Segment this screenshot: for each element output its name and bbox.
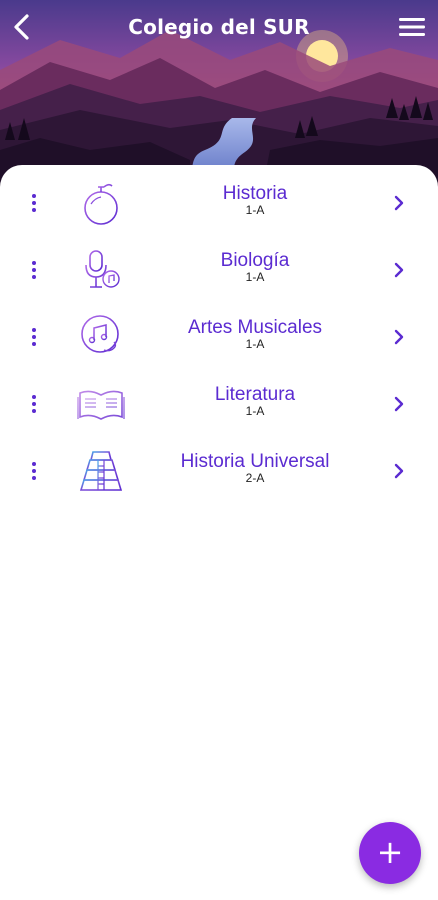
subject-group: 1-A [245,337,265,351]
subject-name: Historia Universal [180,451,330,472]
add-subject-button[interactable]: + [359,822,421,884]
subjects-card: Historia 1-A Biología 1-A Artes Musicale… [0,165,438,900]
globe-bomb-icon [84,183,118,225]
subject-name: Biología [220,250,290,271]
subject-row-literatura[interactable]: Literatura 1-A [0,368,438,435]
more-options-icon[interactable] [26,460,42,482]
more-options-icon[interactable] [26,326,42,348]
plus-icon: + [376,833,404,871]
subject-name: Historia [222,183,288,204]
page-title: Colegio del SUR [128,15,310,39]
subject-row-historia[interactable]: Historia 1-A [0,167,438,234]
chevron-right-icon[interactable] [391,460,407,482]
more-options-icon[interactable] [26,192,42,214]
subject-row-biologia[interactable]: Biología 1-A [0,234,438,301]
menu-button[interactable] [399,17,425,37]
subject-row-artes-musicales[interactable]: Artes Musicales 1-A [0,301,438,368]
pyramid-icon [79,451,123,491]
chevron-right-icon[interactable] [391,259,407,281]
music-note-hand-icon [81,315,119,353]
subject-row-historia-universal[interactable]: Historia Universal 2-A [0,435,438,502]
subject-group: 1-A [245,203,265,217]
more-options-icon[interactable] [26,393,42,415]
more-options-icon[interactable] [26,259,42,281]
chevron-right-icon[interactable] [391,393,407,415]
hamburger-menu-icon [399,18,425,36]
subject-group: 2-A [245,471,265,485]
subject-group: 1-A [245,404,265,418]
chevron-right-icon[interactable] [391,192,407,214]
chevron-right-icon[interactable] [391,326,407,348]
subject-name: Artes Musicales [187,317,323,338]
open-book-icon [77,390,125,420]
subject-name: Literatura [214,384,296,405]
microphone-music-icon [85,250,120,288]
subject-group: 1-A [245,270,265,284]
